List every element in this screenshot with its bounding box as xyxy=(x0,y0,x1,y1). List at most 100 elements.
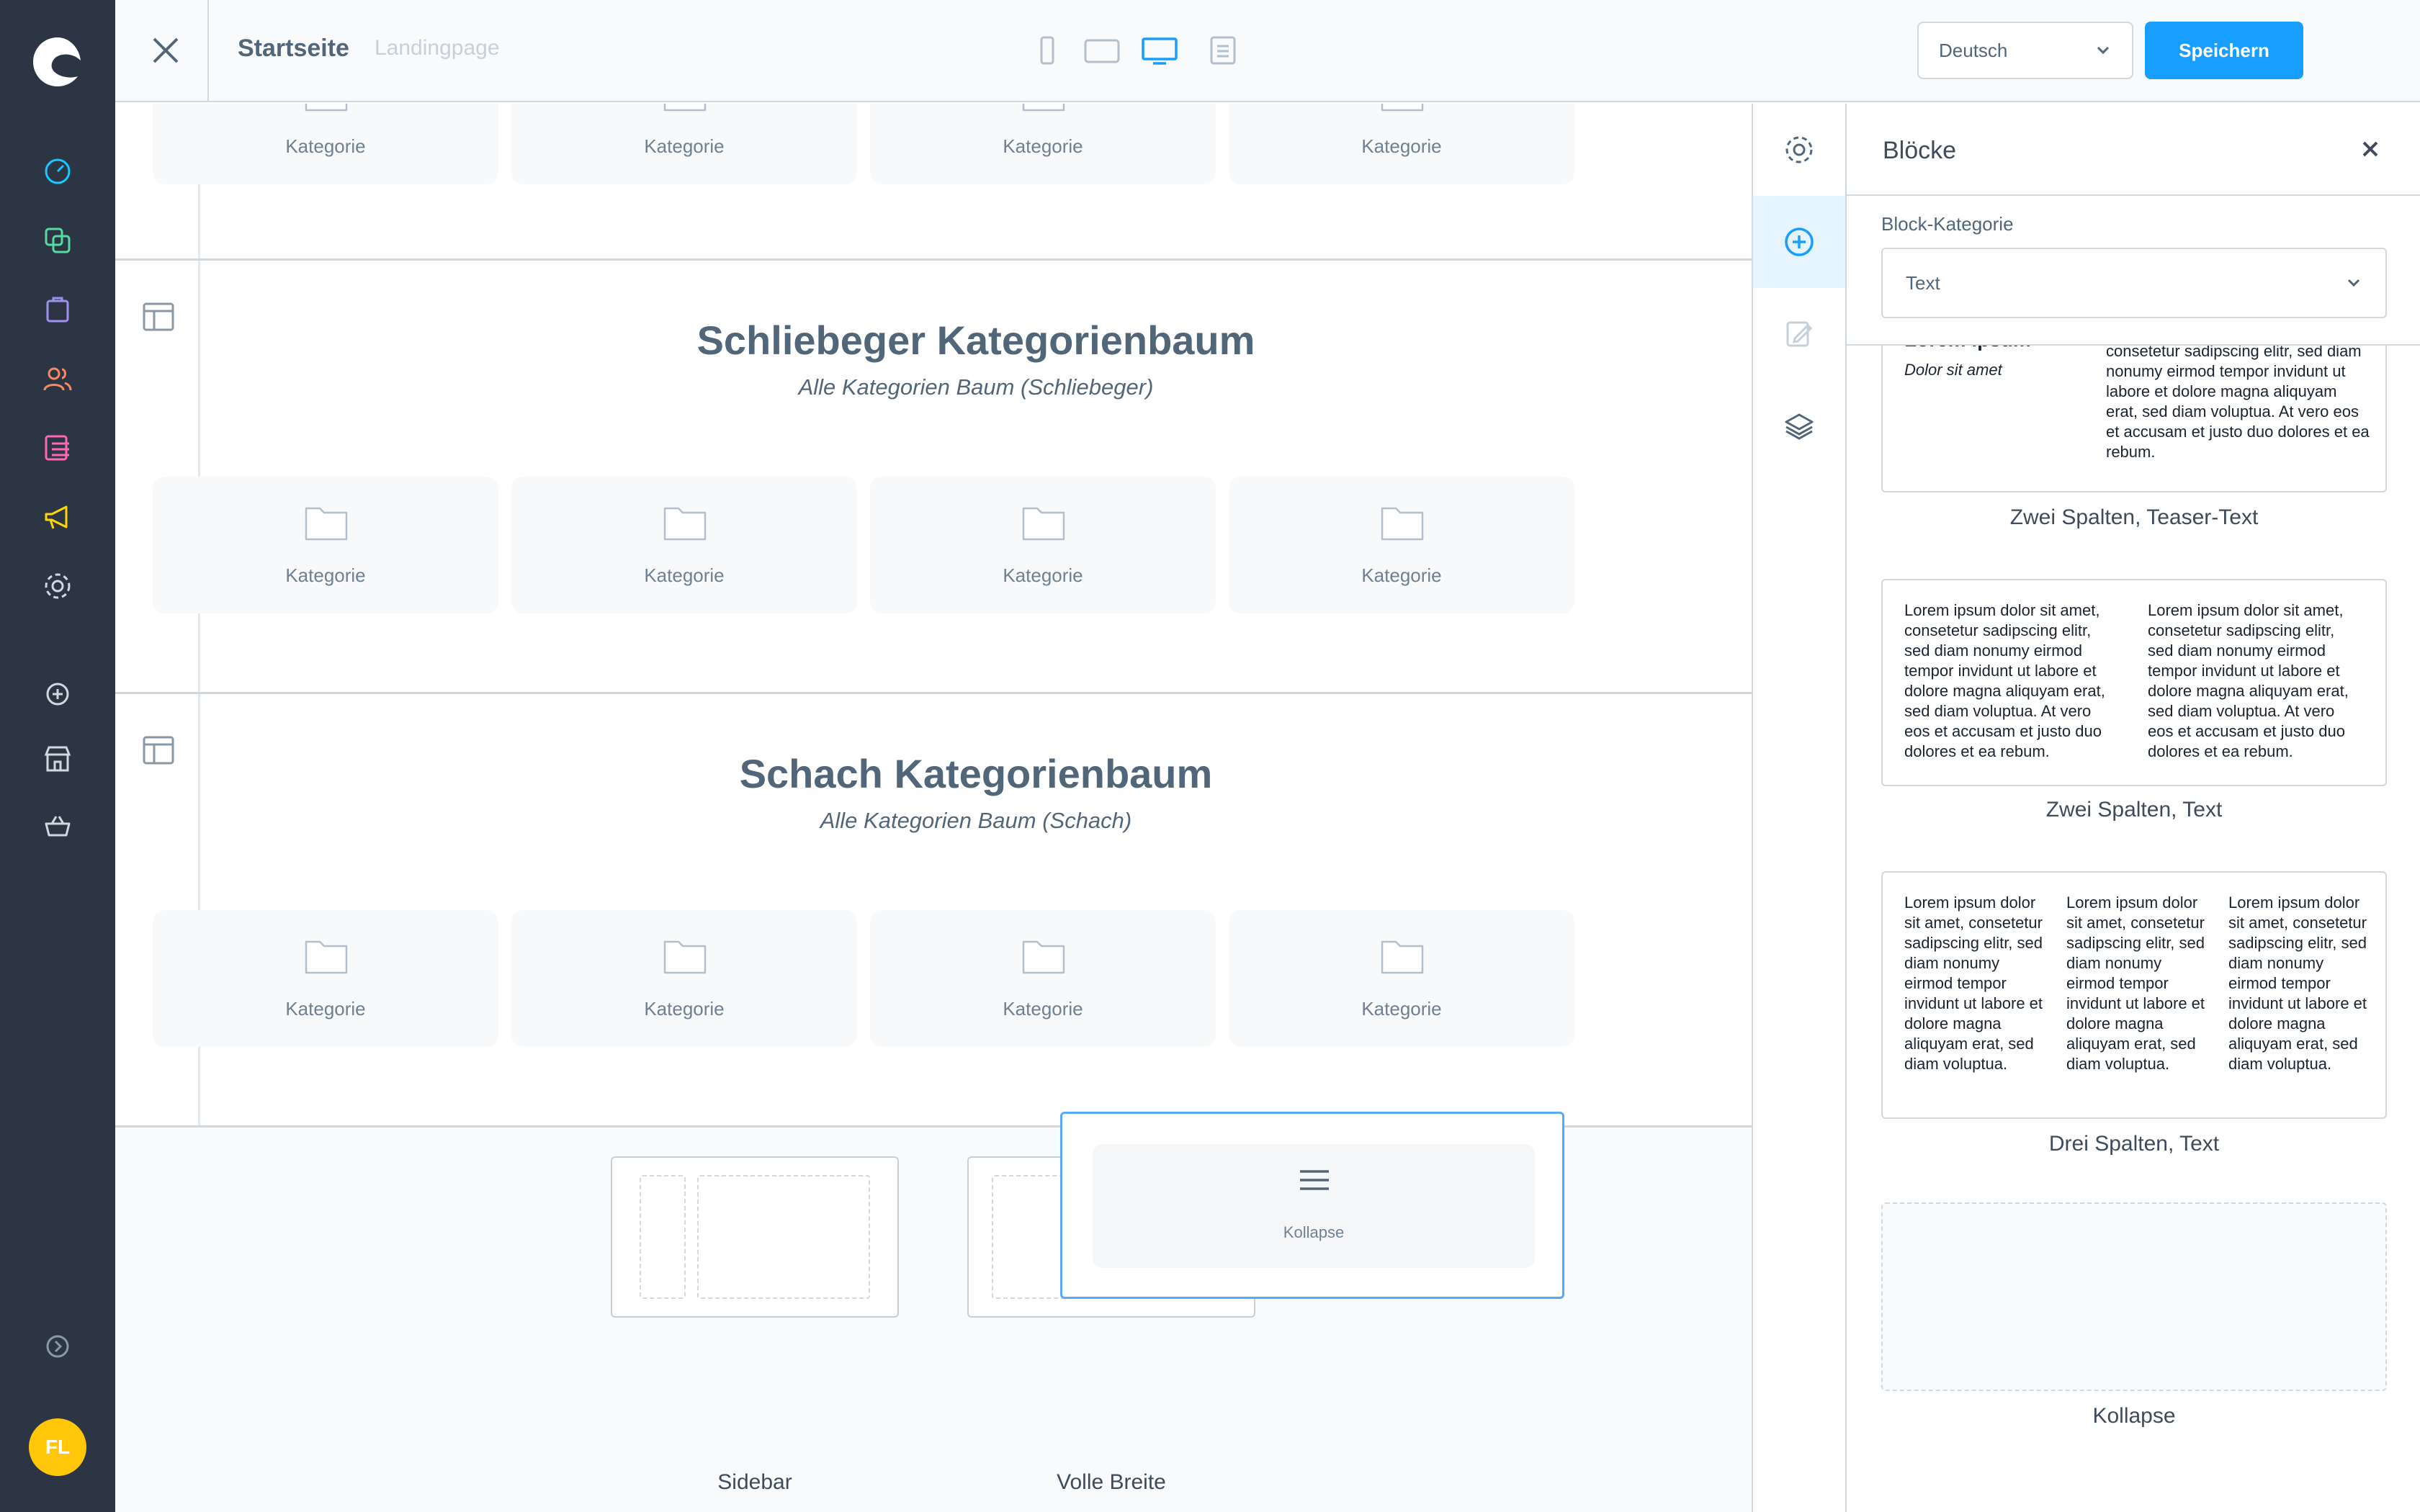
settings-icon[interactable] xyxy=(40,569,75,603)
block-preview-three-col-text[interactable]: Lorem ipsum dolor sit amet, consetetur s… xyxy=(1881,871,2387,1119)
category-card-label: Kategorie xyxy=(1361,998,1442,1020)
layout-icon xyxy=(143,736,174,765)
device-form-button[interactable] xyxy=(1201,29,1245,72)
block-preview-collapse[interactable] xyxy=(1881,1202,2387,1391)
blocks-panel-header: Blöcke Block-Kategorie Text xyxy=(1847,104,2420,346)
category-card[interactable]: Kategorie xyxy=(153,477,498,613)
desktop-icon xyxy=(1142,37,1178,65)
category-section[interactable]: Schach Kategorienbaum Alle Kategorien Ba… xyxy=(115,694,1752,1128)
sidebar-layout-option[interactable] xyxy=(611,1156,899,1318)
folder-icon xyxy=(663,940,707,974)
folder-icon xyxy=(305,507,348,541)
category-section[interactable]: Schliebeger Kategorienbaum Alle Kategori… xyxy=(115,261,1752,694)
gear-icon xyxy=(1785,136,1813,163)
category-card-label: Kategorie xyxy=(285,998,366,1020)
section-subtitle: Alle Kategorien Baum (Schliebeger) xyxy=(798,374,1154,400)
chevron-down-icon xyxy=(2347,279,2360,287)
device-mobile-button[interactable] xyxy=(1026,29,1069,72)
add-icon[interactable] xyxy=(40,677,75,711)
catalogues-icon[interactable] xyxy=(40,223,75,258)
chevron-down-icon xyxy=(2097,46,2110,55)
expand-nav-icon[interactable] xyxy=(40,1329,75,1364)
category-card[interactable]: Kategorie xyxy=(1229,477,1574,613)
category-card[interactable]: Kategorie xyxy=(870,104,1216,184)
category-card-label: Kategorie xyxy=(644,998,725,1020)
tablet-icon xyxy=(1084,39,1120,63)
kollapse-block: Kollapse xyxy=(1093,1144,1535,1268)
block-category-label: Block-Kategorie xyxy=(1881,213,2014,235)
layout-icon xyxy=(143,302,174,331)
category-card-label: Kategorie xyxy=(644,135,725,157)
section-title: Schliebeger Kategorienbaum xyxy=(696,318,1255,363)
folder-icon xyxy=(663,507,707,541)
shopware-logo-icon[interactable] xyxy=(29,33,86,91)
section-title: Schach Kategorienbaum xyxy=(739,751,1213,796)
block-preview-two-col-text[interactable]: Lorem ipsum dolor sit amet, consetetur s… xyxy=(1881,579,2387,786)
close-panel-button[interactable] xyxy=(2360,138,2381,160)
category-card[interactable]: Kategorie xyxy=(511,910,857,1047)
basket-icon[interactable] xyxy=(40,809,75,844)
block-category-value: Text xyxy=(1906,271,1940,294)
close-editor-button[interactable] xyxy=(144,29,187,72)
save-button[interactable]: Speichern xyxy=(2145,22,2303,79)
folder-icon xyxy=(1022,940,1065,974)
language-value: Deutsch xyxy=(1939,39,2008,61)
edit-tool-button[interactable] xyxy=(1753,288,1845,380)
plus-circle-icon xyxy=(1785,228,1814,256)
avatar[interactable]: FL xyxy=(29,1418,86,1476)
editor-topbar: Startseite Landingpage Deutsch Speichern xyxy=(115,0,2420,102)
add-blocks-tool-button[interactable] xyxy=(1753,196,1845,288)
category-card[interactable]: Kategorie xyxy=(870,910,1216,1047)
folder-icon xyxy=(1022,104,1065,112)
fullwidth-layout-label: Volle Breite xyxy=(1057,1470,1166,1494)
folder-icon xyxy=(1381,104,1424,112)
dragged-block-preview[interactable]: Kollapse xyxy=(1060,1112,1564,1299)
panel-header: Blöcke xyxy=(1847,104,2420,196)
orders-icon[interactable] xyxy=(40,292,75,327)
category-card[interactable]: Kategorie xyxy=(153,910,498,1047)
folder-icon xyxy=(1381,940,1424,974)
dragged-block-label: Kollapse xyxy=(1283,1223,1345,1241)
customers-icon[interactable] xyxy=(40,361,75,396)
category-card[interactable]: Kategorie xyxy=(511,104,857,184)
device-desktop-button[interactable] xyxy=(1138,29,1181,72)
category-card[interactable]: Kategorie xyxy=(1229,910,1574,1047)
layers-tool-button[interactable] xyxy=(1753,380,1845,472)
folder-icon xyxy=(1022,507,1065,541)
folder-icon xyxy=(663,104,707,112)
category-card-label: Kategorie xyxy=(1003,998,1083,1020)
edit-icon xyxy=(1786,321,1813,347)
section-subtitle: Alle Kategorien Baum (Schach) xyxy=(820,808,1132,833)
divider xyxy=(207,0,209,102)
layout-canvas: Kategorie Kategorie Kategorie Kategorie Sch… xyxy=(115,104,1752,1512)
blocks-panel: Lorem ipsum Dolor sit amet consetetur sa… xyxy=(1847,104,2420,1512)
layers-icon xyxy=(1785,413,1814,440)
block-preview-two-col-teaser[interactable]: Lorem ipsum Dolor sit amet consetetur sa… xyxy=(1881,338,2387,492)
storefront-icon[interactable] xyxy=(40,742,75,776)
category-card[interactable]: Kategorie xyxy=(870,477,1216,613)
block-category-select[interactable]: Text xyxy=(1881,248,2387,318)
block-label: Zwei Spalten, Teaser-Text xyxy=(2009,505,2259,529)
close-icon xyxy=(153,37,179,63)
content-icon[interactable] xyxy=(40,431,75,465)
language-select[interactable]: Deutsch xyxy=(1917,22,2133,79)
app-navigation: FL xyxy=(0,0,115,1512)
page-title: Startseite xyxy=(238,35,349,62)
close-icon xyxy=(2362,141,2378,157)
category-card[interactable]: Kategorie xyxy=(511,477,857,613)
marketing-icon[interactable] xyxy=(40,500,75,534)
menu-icon xyxy=(1300,1170,1329,1190)
dashboard-icon[interactable] xyxy=(40,154,75,189)
settings-tool-button[interactable] xyxy=(1753,104,1845,196)
category-card-label: Kategorie xyxy=(644,564,725,586)
panel-title: Blöcke xyxy=(1883,137,1957,164)
category-card-label: Kategorie xyxy=(1003,564,1083,586)
category-card[interactable]: Kategorie xyxy=(1229,104,1574,184)
category-card[interactable]: Kategorie xyxy=(153,104,498,184)
folder-icon xyxy=(305,940,348,974)
category-card-label: Kategorie xyxy=(285,564,366,586)
category-section[interactable]: Kategorie Kategorie Kategorie Kategorie xyxy=(115,104,1752,261)
device-tablet-button[interactable] xyxy=(1080,29,1124,72)
category-card-label: Kategorie xyxy=(1003,135,1083,157)
folder-icon xyxy=(1381,507,1424,541)
